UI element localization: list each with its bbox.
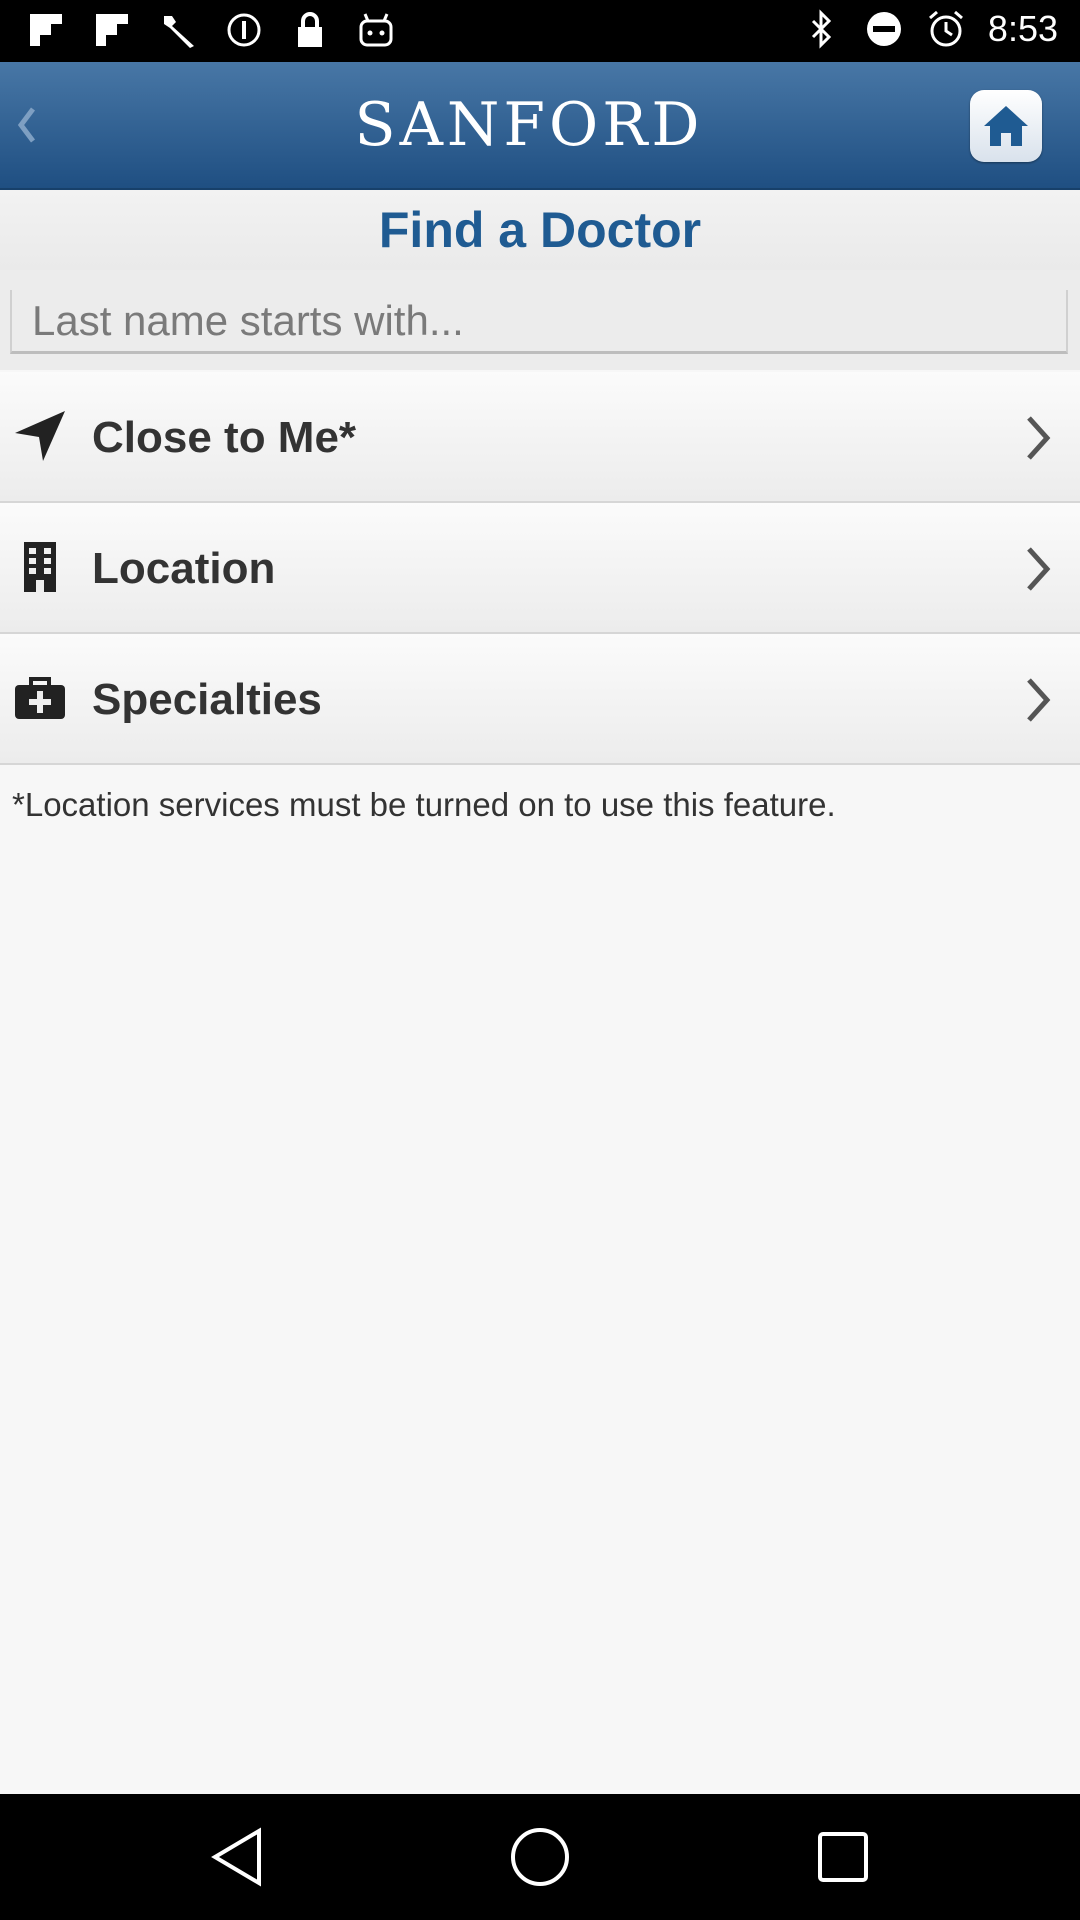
- status-bar: 8:53: [0, 0, 1080, 62]
- nav-recents-button[interactable]: [808, 1822, 878, 1892]
- nav-home-button[interactable]: [505, 1822, 575, 1892]
- bluetooth-icon: [802, 9, 842, 49]
- building-icon: [12, 539, 68, 595]
- home-icon: [984, 106, 1028, 146]
- chevron-left-icon: [17, 107, 35, 143]
- system-nav-bar: [0, 1794, 1080, 1920]
- medical-bag-icon: [12, 670, 68, 726]
- do-not-disturb-icon: [864, 9, 904, 49]
- menu-item-location[interactable]: Location: [0, 503, 1080, 634]
- android-icon: [356, 10, 396, 50]
- info-circle-icon: [224, 10, 264, 50]
- nav-back-button[interactable]: [202, 1822, 272, 1892]
- nav-recents-icon: [818, 1832, 868, 1882]
- chevron-right-icon: [1020, 674, 1056, 726]
- alarm-icon: [926, 9, 966, 49]
- back-button[interactable]: [6, 92, 46, 158]
- chevron-right-icon: [1020, 412, 1056, 464]
- location-services-note: *Location services must be turned on to …: [12, 786, 836, 823]
- lock-icon: [290, 10, 330, 50]
- app-header: SANFORD: [0, 62, 1080, 190]
- menu-list: Close to Me* Location Specialties: [0, 372, 1080, 765]
- flipboard-icon: [26, 10, 66, 50]
- screen: 8:53 SANFORD Find a Doctor Close to Me*: [0, 0, 1080, 1920]
- last-name-search-input[interactable]: [10, 290, 1068, 354]
- brand-logo: SANFORD: [354, 90, 704, 160]
- chevron-right-icon: [1020, 543, 1056, 595]
- nav-home-icon: [511, 1828, 569, 1886]
- menu-item-specialties[interactable]: Specialties: [0, 634, 1080, 765]
- status-left-icons: [26, 10, 396, 50]
- flipboard-icon: [92, 10, 132, 50]
- menu-item-label: Location: [92, 544, 276, 593]
- nav-back-icon: [211, 1827, 261, 1887]
- home-button[interactable]: [970, 90, 1042, 162]
- page-title: Find a Doctor: [0, 190, 1080, 270]
- menu-item-label: Close to Me*: [92, 413, 357, 462]
- wrench-icon: [158, 10, 198, 50]
- menu-item-label: Specialties: [92, 675, 322, 724]
- clock-time: 8:53: [987, 8, 1058, 49]
- search-bar: [0, 270, 1080, 370]
- status-right-icons: 8:53: [802, 8, 1058, 50]
- navigation-arrow-icon: [12, 408, 68, 464]
- menu-item-close-to-me[interactable]: Close to Me*: [0, 372, 1080, 503]
